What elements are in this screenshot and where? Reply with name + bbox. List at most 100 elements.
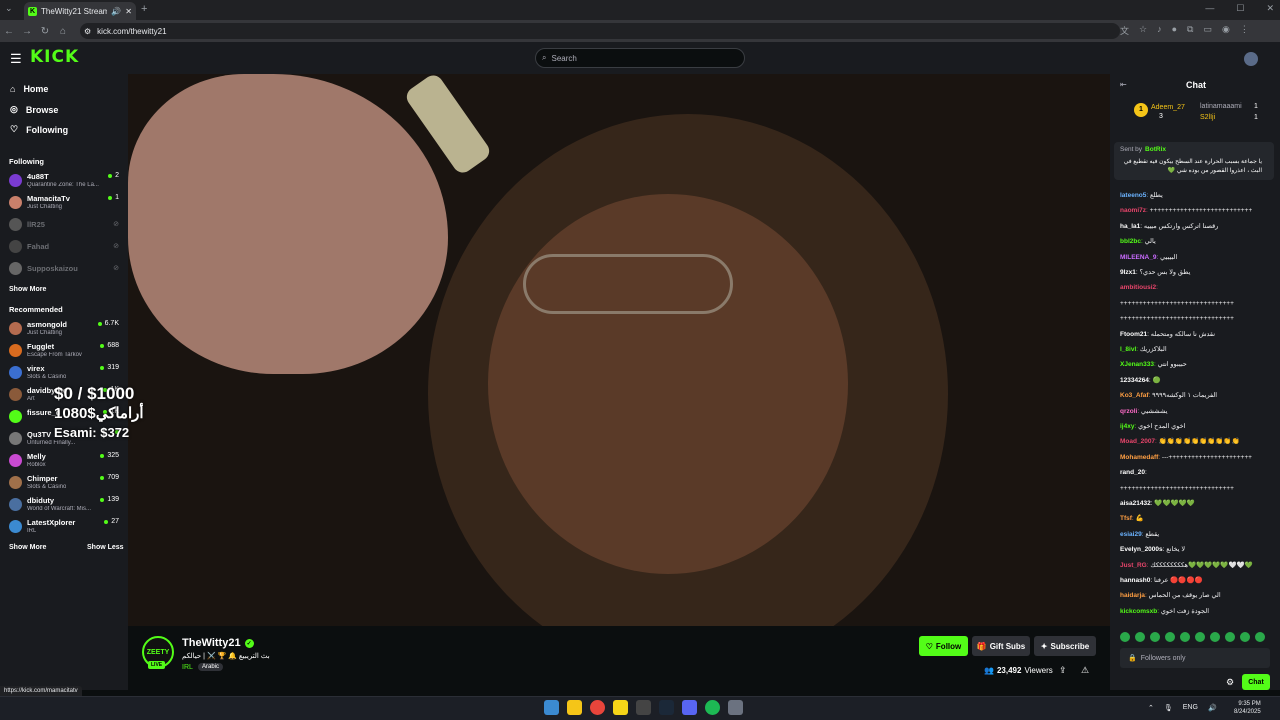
clock[interactable]: 9:35 PM 8/24/2025 <box>1234 700 1261 716</box>
chat-message[interactable]: lateeno5: يطلع <box>1120 191 1270 201</box>
browser-tab[interactable]: K TheWitty21 Stream - Watch 🔊 ✕ <box>24 2 136 20</box>
chat-username[interactable]: lateeno5 <box>1120 192 1146 199</box>
minimize-icon[interactable]: — <box>1205 3 1214 14</box>
chat-username[interactable]: aisa21432 <box>1120 500 1151 507</box>
chat-message[interactable]: ij4xy: اخوي المدح اخوي <box>1120 422 1270 432</box>
chat-message[interactable]: ++++++++++++++++++++++++++++++ <box>1120 299 1270 309</box>
chat-username[interactable]: MILEENA_9 <box>1120 254 1156 261</box>
chat-message[interactable]: Mohamedaff: ---++++++++++++++++++++++ <box>1120 453 1270 463</box>
reload-icon[interactable]: ↻ <box>36 26 54 37</box>
volume-icon[interactable]: 🔊 <box>1208 704 1217 712</box>
steam-icon[interactable] <box>659 700 674 715</box>
chat-message[interactable]: esiai29: يقطع <box>1120 530 1270 540</box>
translate-icon[interactable]: 文 <box>1120 24 1129 37</box>
sidebar-channel[interactable]: Melly Roblox 325 <box>9 452 121 472</box>
chrome-icon[interactable] <box>590 700 605 715</box>
chat-message[interactable]: l_8ivl: البلاكزريك <box>1120 345 1270 355</box>
chat-message[interactable]: 12334264: 🟢 <box>1120 376 1270 386</box>
video-player[interactable] <box>128 74 1110 626</box>
chat-message[interactable]: haidarja: الي صار يوقف من الحماس <box>1120 591 1270 601</box>
sidebar-channel[interactable]: asmongold Just Chatting 6.7K <box>9 320 121 340</box>
chat-message[interactable]: ha_la1: رقصنا اتركس وارتكس ميييه <box>1120 222 1270 232</box>
chat-message[interactable]: hannash0: عرفنا 🔴🔴🔴🔴 <box>1120 576 1270 586</box>
chat-username[interactable]: Moad_2007 <box>1120 438 1155 445</box>
sidebar-channel[interactable]: Fahad ⊘ <box>9 238 121 258</box>
chat-username[interactable]: XJenan333 <box>1120 361 1154 368</box>
chat-username[interactable]: kickcomsxb <box>1120 608 1157 615</box>
chat-username[interactable]: Evelyn_2000s <box>1120 546 1163 553</box>
chat-username[interactable]: esiai29 <box>1120 531 1142 538</box>
home-browser-icon[interactable]: ⌂ <box>54 26 72 37</box>
chat-message[interactable]: 9lzx1: يطق ولا بس حدي؟ <box>1120 268 1270 278</box>
emote-icon[interactable] <box>1150 632 1160 642</box>
chat-username[interactable]: l_8ivl <box>1120 346 1136 353</box>
nav-following[interactable]: ♡ Following <box>10 124 68 135</box>
puzzle-icon[interactable]: ⧉ <box>1187 24 1193 37</box>
report-icon[interactable]: ⚠ <box>1081 665 1089 676</box>
show-more-recommended-button[interactable]: Show More <box>9 544 46 551</box>
bookmark-star-icon[interactable]: ☆ <box>1139 24 1147 37</box>
gifter-3-name[interactable]: S2lIji <box>1200 114 1215 121</box>
chat-username[interactable]: 12334264 <box>1120 377 1149 384</box>
sidebar-channel[interactable]: MamacitaTv Just Chatting 1 <box>9 194 121 214</box>
chat-message[interactable]: Evelyn_2000s: لا يخانع <box>1120 545 1270 555</box>
gift-subs-button[interactable]: 🎁 Gift Subs <box>972 636 1030 656</box>
streamer-name[interactable]: TheWitty21 ✓ <box>182 637 254 649</box>
settings-app-icon[interactable] <box>728 700 743 715</box>
chat-username[interactable]: Mohamedaff <box>1120 454 1158 461</box>
close-tab-icon[interactable]: ✕ <box>125 7 132 16</box>
back-icon[interactable]: ← <box>0 26 18 37</box>
maximize-icon[interactable]: ☐ <box>1236 3 1244 14</box>
tray-chevron-icon[interactable]: ⌃ <box>1148 704 1154 712</box>
windows-start-icon[interactable] <box>544 700 559 715</box>
chat-username[interactable]: ha_la1 <box>1120 223 1140 230</box>
nav-home[interactable]: ⌂ Home <box>10 84 48 94</box>
chat-message[interactable]: bbl2bc: يالي <box>1120 237 1270 247</box>
microphone-icon[interactable]: 🎙 <box>1164 704 1173 712</box>
menu-dots-icon[interactable]: ⋮ <box>1240 24 1249 37</box>
chat-message[interactable]: ++++++++++++++++++++++++++++++ <box>1120 484 1270 494</box>
chat-username[interactable]: ambitiousi2 <box>1120 284 1156 291</box>
chat-message[interactable]: naomi7z: +++++++++++++++++++++++++++ <box>1120 206 1270 216</box>
sticky-notes-icon[interactable] <box>613 700 628 715</box>
sidebar-channel[interactable]: llR25 ⊘ <box>9 216 121 236</box>
media-icon[interactable]: ♪ <box>1157 24 1162 37</box>
show-more-following-button[interactable]: Show More <box>9 286 46 293</box>
kick-logo[interactable]: KICK <box>30 47 79 67</box>
site-info-icon[interactable]: ⚙ <box>84 27 91 36</box>
chat-message[interactable]: Tfsf: 💪 <box>1120 514 1270 524</box>
sidebar-channel[interactable]: LatestXplorer IRL 27 <box>9 518 121 538</box>
follow-button[interactable]: ♡ Follow <box>919 636 968 656</box>
search-input[interactable]: ⌕ Search <box>535 48 745 68</box>
chat-username[interactable]: hannash0 <box>1120 577 1150 584</box>
nav-browse[interactable]: ◎ Browse <box>10 104 58 115</box>
chat-message[interactable]: Just_RG: هككككككككك💚💚💚💚💚🤍🤍💚 <box>1120 561 1270 571</box>
chat-username[interactable]: Ftoom21 <box>1120 331 1147 338</box>
address-bar[interactable]: ⚙ kick.com/thewitty21 <box>80 23 1120 39</box>
chat-input[interactable]: 🔒 Followers only <box>1120 648 1270 668</box>
chat-username[interactable]: bbl2bc <box>1120 238 1141 245</box>
emote-icon[interactable] <box>1240 632 1250 642</box>
close-window-icon[interactable]: ✕ <box>1266 3 1274 14</box>
chat-username[interactable]: rand_20 <box>1120 469 1145 476</box>
share-icon[interactable]: ⇪ <box>1059 665 1067 676</box>
chat-username[interactable]: qrzoli <box>1120 408 1137 415</box>
chat-message[interactable]: MILEENA_9: البيبيي <box>1120 253 1270 263</box>
gifter-2-name[interactable]: latinamaaami <box>1200 103 1242 110</box>
chat-settings-icon[interactable]: ⚙ <box>1226 677 1234 688</box>
stream-category[interactable]: IRL <box>182 664 193 671</box>
extension-icon[interactable]: ● <box>1172 24 1177 37</box>
emote-icon[interactable] <box>1120 632 1130 642</box>
chat-username[interactable]: ij4xy <box>1120 423 1134 430</box>
chat-message[interactable]: XJenan333: حبيبوو انتي <box>1120 360 1270 370</box>
sidebar-channel[interactable]: virex Slots & Casino 319 <box>9 364 121 384</box>
chat-message[interactable]: ++++++++++++++++++++++++++++++ <box>1120 314 1270 324</box>
chat-username[interactable]: haidarja <box>1120 592 1145 599</box>
profile-icon[interactable]: ◉ <box>1222 24 1230 37</box>
emote-icon[interactable] <box>1165 632 1175 642</box>
language-tag[interactable]: Arabic <box>198 663 224 671</box>
chat-message[interactable]: qrzoli: يشششيي <box>1120 407 1270 417</box>
sidebar-channel[interactable]: 4u88T Quarantine Zone: The La... 2 <box>9 172 121 192</box>
app-icon[interactable] <box>636 700 651 715</box>
subscribe-button[interactable]: ✦ Subscribe <box>1034 636 1096 656</box>
